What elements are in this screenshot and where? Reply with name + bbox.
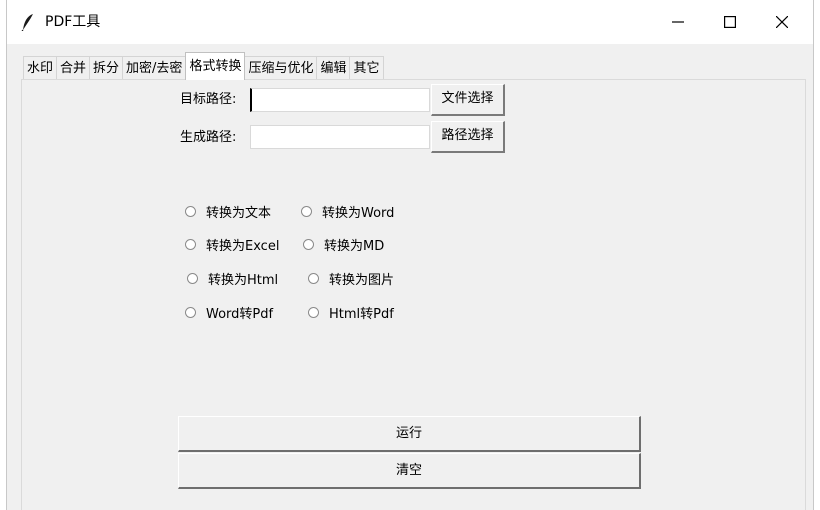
maximize-icon xyxy=(724,16,736,28)
radio-label: 转换为图片 xyxy=(329,273,395,288)
title-bar: PDF工具 xyxy=(7,0,813,44)
target-path-input[interactable] xyxy=(250,88,430,112)
radio-label: 转换为Html xyxy=(208,273,279,288)
file-select-button[interactable]: 文件选择 xyxy=(431,84,505,116)
radio-circle[interactable] xyxy=(308,307,319,318)
radio-to-text[interactable]: 转换为文本 xyxy=(185,202,271,221)
radio-circle[interactable] xyxy=(185,206,196,217)
radio-circle[interactable] xyxy=(185,307,196,318)
tab-panel-format-convert: 目标路径: 文件选择 生成路径: 路径选择 转换为文本 转换为Word 转换为E… xyxy=(21,79,806,510)
radio-label: 转换为MD xyxy=(324,239,385,254)
radio-to-image[interactable]: 转换为图片 xyxy=(308,269,394,288)
close-icon xyxy=(776,16,788,28)
app-window: PDF工具 水印 合并 拆分 加密/去密 格式转换 压缩与优化 编辑 其它 目标… xyxy=(6,0,814,510)
radio-html-to-pdf[interactable]: Html转Pdf xyxy=(308,303,394,322)
radio-circle[interactable] xyxy=(303,239,314,250)
radio-to-md[interactable]: 转换为MD xyxy=(303,235,384,254)
feather-icon xyxy=(21,14,33,31)
close-button[interactable] xyxy=(759,0,805,44)
maximize-button[interactable] xyxy=(707,0,753,44)
tab-edit[interactable]: 编辑 xyxy=(316,56,351,80)
tab-watermark[interactable]: 水印 xyxy=(23,56,58,80)
radio-label: Word转Pdf xyxy=(206,307,274,322)
tab-merge[interactable]: 合并 xyxy=(56,56,91,80)
target-path-label: 目标路径: xyxy=(180,92,237,107)
radio-label: 转换为文本 xyxy=(206,206,272,221)
path-select-button[interactable]: 路径选择 xyxy=(431,121,505,153)
radio-label: 转换为Excel xyxy=(206,239,280,254)
radio-circle[interactable] xyxy=(187,273,198,284)
radio-word-to-pdf[interactable]: Word转Pdf xyxy=(185,303,273,322)
tab-compress-optimize[interactable]: 压缩与优化 xyxy=(244,56,318,80)
radio-to-html[interactable]: 转换为Html xyxy=(187,269,278,288)
tab-bar: 水印 合并 拆分 加密/去密 格式转换 压缩与优化 编辑 其它 xyxy=(23,52,384,80)
window-title: PDF工具 xyxy=(45,14,101,30)
clear-button[interactable]: 清空 xyxy=(178,453,641,489)
radio-circle[interactable] xyxy=(308,273,319,284)
tab-format-convert[interactable]: 格式转换 xyxy=(185,52,246,80)
tab-encrypt-decrypt[interactable]: 加密/去密 xyxy=(122,56,187,80)
tab-split[interactable]: 拆分 xyxy=(89,56,124,80)
radio-to-excel[interactable]: 转换为Excel xyxy=(185,235,279,254)
output-path-label: 生成路径: xyxy=(180,130,237,145)
tab-other[interactable]: 其它 xyxy=(349,56,384,80)
output-path-input[interactable] xyxy=(250,125,430,149)
radio-label: Html转Pdf xyxy=(329,307,394,322)
run-button[interactable]: 运行 xyxy=(178,416,641,452)
radio-circle[interactable] xyxy=(185,239,196,250)
minimize-button[interactable] xyxy=(655,0,701,44)
minimize-icon xyxy=(672,21,684,23)
radio-circle[interactable] xyxy=(301,206,312,217)
radio-label: 转换为Word xyxy=(322,206,395,221)
radio-to-word[interactable]: 转换为Word xyxy=(301,202,394,221)
